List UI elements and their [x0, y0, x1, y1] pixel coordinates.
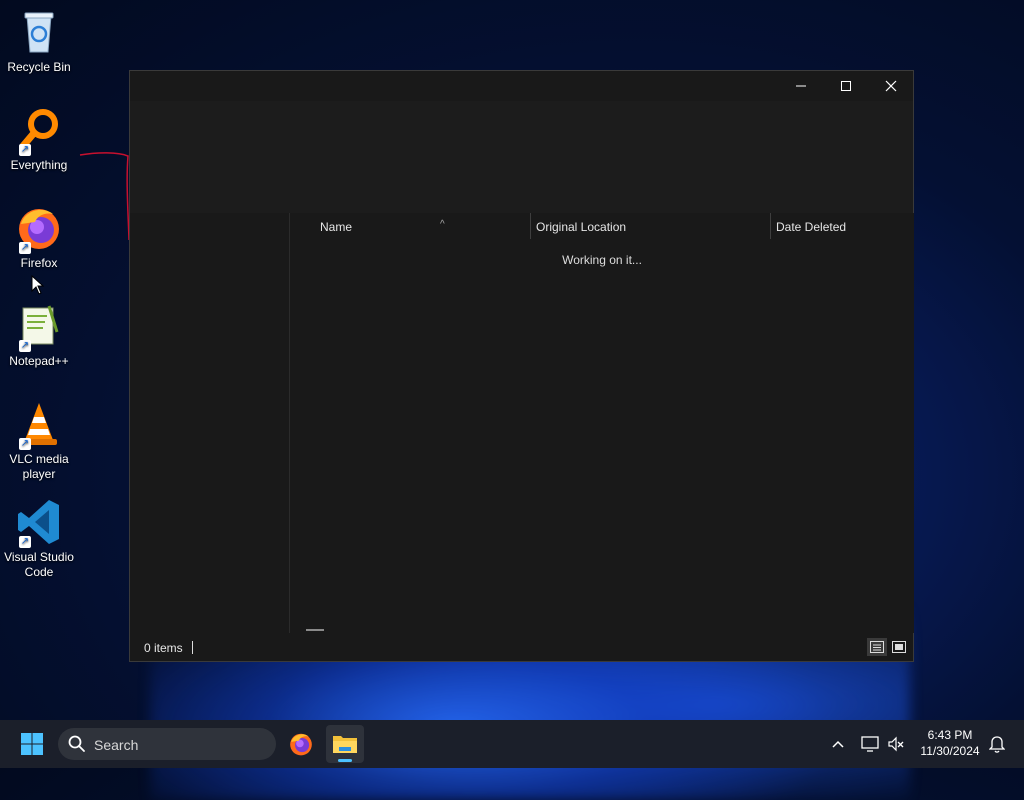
taskbar-file-explorer-button[interactable]: [326, 725, 364, 763]
shortcut-arrow-icon: ↗: [19, 536, 31, 548]
mouse-cursor-icon: [31, 274, 45, 300]
search-icon: [68, 735, 85, 752]
large-icons-view-button[interactable]: [889, 638, 909, 656]
firefox-icon: [290, 733, 312, 756]
recycle-bin-icon: [15, 8, 63, 56]
active-app-indicator: [338, 759, 352, 762]
start-button[interactable]: [14, 730, 50, 758]
desktop-icon-label: Visual Studio Code: [4, 550, 74, 579]
large-icons-view-icon: [892, 641, 906, 653]
network-monitor-icon: [861, 736, 879, 752]
file-list-pane[interactable]: Name ^ Original Location Date Deleted Wo…: [290, 213, 914, 633]
visual-studio-code-icon: ↗: [15, 498, 63, 548]
column-header-date-deleted[interactable]: Date Deleted: [770, 213, 914, 241]
chevron-up-icon: [832, 740, 844, 748]
desktop-icon-notepad-plus-plus[interactable]: ↗ Notepad++: [0, 302, 78, 369]
show-hidden-icons-button[interactable]: [826, 732, 850, 756]
vlc-cone-icon: ↗: [15, 400, 63, 450]
firefox-icon: ↗: [15, 204, 63, 254]
notepad-plus-plus-icon: ↗: [15, 302, 63, 352]
close-button[interactable]: [868, 71, 914, 101]
volume-muted-button[interactable]: [884, 732, 908, 756]
column-header-name[interactable]: Name ^: [314, 213, 530, 241]
system-clock[interactable]: 6:43 PM 11/30/2024: [912, 727, 988, 759]
maximize-button[interactable]: [823, 71, 869, 101]
clock-time: 6:43 PM: [927, 728, 973, 742]
desktop-icon-vscode[interactable]: ↗ Visual Studio Code: [0, 498, 78, 580]
item-count: 0 items: [144, 641, 183, 655]
desktop-icon-label: VLC media player: [9, 452, 69, 481]
desktop-icon-label: Firefox: [20, 256, 58, 270]
desktop-icon-recycle-bin[interactable]: Recycle Bin: [0, 8, 78, 75]
search-input[interactable]: [92, 734, 266, 756]
desktop-icon-label: Recycle Bin: [7, 60, 71, 74]
column-header-label: Name: [320, 220, 353, 234]
title-bar[interactable]: [130, 71, 913, 101]
bell-icon: [989, 736, 1005, 753]
shortcut-arrow-icon: ↗: [19, 438, 31, 450]
minimize-button[interactable]: [778, 71, 824, 101]
shortcut-arrow-icon: ↗: [19, 340, 31, 352]
shortcut-arrow-icon: ↗: [19, 242, 31, 254]
navigation-pane[interactable]: [130, 213, 290, 633]
column-header-label: Original Location: [536, 220, 627, 234]
sort-ascending-icon: ^: [440, 219, 445, 230]
speaker-muted-icon: [888, 736, 904, 752]
file-explorer-folder-icon: [333, 736, 357, 753]
status-bar: 0 items: [130, 631, 913, 661]
column-header-original-location[interactable]: Original Location: [530, 213, 770, 241]
details-view-icon: [870, 641, 884, 653]
desktop-icon-label: Notepad++: [9, 354, 69, 368]
loading-message: Working on it...: [562, 253, 642, 267]
desktop-icon-firefox[interactable]: ↗ Firefox: [0, 204, 78, 271]
details-view-button[interactable]: [867, 638, 887, 656]
close-icon: [885, 80, 897, 92]
status-divider: [192, 641, 193, 654]
desktop-icon-vlc[interactable]: ↗ VLC media player: [0, 400, 78, 482]
taskbar-search-box[interactable]: [58, 728, 276, 760]
network-status-button[interactable]: [858, 732, 882, 756]
file-explorer-window[interactable]: Name ^ Original Location Date Deleted Wo…: [129, 70, 914, 662]
clock-date: 11/30/2024: [920, 744, 980, 758]
notifications-button[interactable]: [985, 732, 1009, 756]
desktop-icon-label: Everything: [10, 158, 68, 172]
desktop-icon-everything[interactable]: ↗ Everything: [0, 106, 78, 173]
shortcut-arrow-icon: ↗: [19, 144, 31, 156]
windows-logo-icon: [21, 733, 43, 755]
minimize-icon: [796, 85, 806, 87]
everything-search-icon: ↗: [15, 106, 63, 156]
maximize-icon: [841, 81, 851, 91]
taskbar-firefox-button[interactable]: [282, 725, 320, 763]
taskbar: 6:43 PM 11/30/2024: [0, 720, 1024, 768]
command-bar-area: [130, 101, 913, 213]
column-header-label: Date Deleted: [776, 220, 847, 234]
